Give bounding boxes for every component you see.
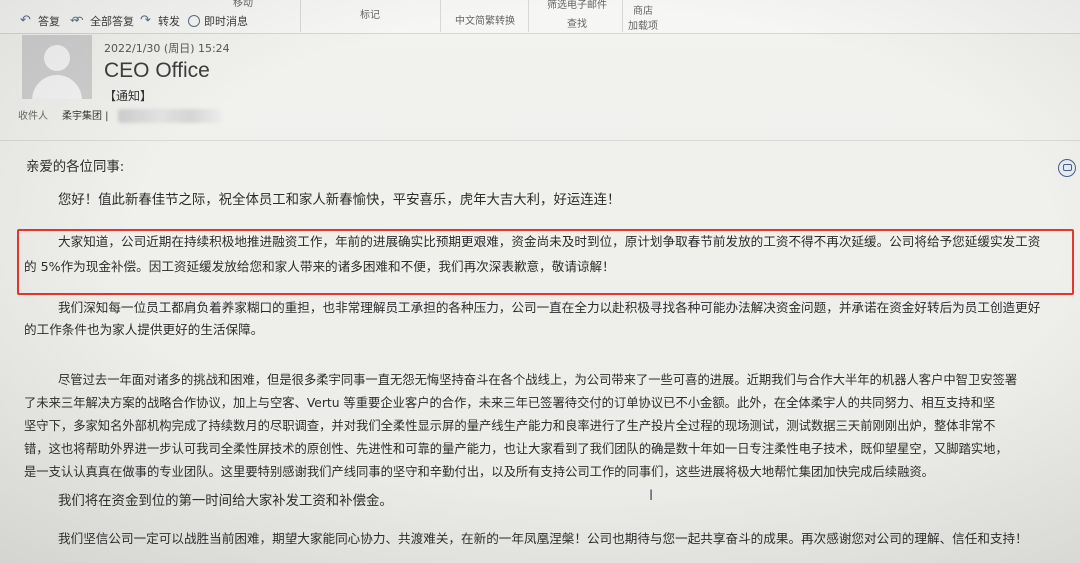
ribbon-separator [528,0,529,32]
tags-group[interactable]: 标记 [355,6,385,21]
reply-button[interactable]: 答复 [20,12,60,30]
move-group[interactable]: 移动 [228,0,258,24]
sender-name[interactable]: CEO Office [104,59,210,83]
find-group-label: 查找 [567,19,587,30]
recipient-name[interactable]: 柔宇集团 | [62,107,109,122]
paragraph-6: 我们坚信公司一定可以战胜当前困难，期望大家能同心协力、共渡难关，在新的一年凤凰涅… [58,531,1028,546]
paragraph-4-line-4: 错，这也将帮助外界进一步认可我司全柔性屏技术的原创性、先进性和可靠的量产能力，也… [24,442,1008,456]
paragraph-4-line-1: 尽管过去一年面对诸多的挑战和困难，但是很多柔宇同事一直无怨无悔坚持奋斗在各个战线… [58,373,1018,387]
message-subject: 【通知】 [104,89,153,103]
paragraph-5: 我们将在资金到位的第一时间给大家补发工资和补偿金。 [58,494,393,509]
paragraph-4-line-3: 坚守下，多家知名外部机构完成了持续数月的尽职调查，并对我们全柔性显示屏的量产线生… [24,419,996,433]
ribbon-separator [300,0,301,32]
instant-message-icon [188,15,200,27]
ribbon-separator [440,0,441,32]
paragraph-4-line-2: 了未来三年解决方案的战略合作协议，加上与空客、Vertu 等重要企业客户的合作，… [24,396,996,410]
move-group-label: 移动 [233,0,253,9]
forward-button[interactable]: 转发 [140,12,180,30]
store-button[interactable]: 商店 [633,2,653,17]
paragraph-4-line-5: 是一支认认真真在做事的专业团队。这里要特别感谢我们产线同事的坚守和辛勤付出，以及… [24,465,934,479]
chinese-convert-group[interactable]: 中文简繁转换 [450,12,520,27]
reply-icon [20,13,34,28]
greeting: 亲爱的各位同事: [26,160,125,175]
reply-all-button[interactable]: 全部答复 [70,12,134,30]
find-group[interactable]: 筛选电子邮件 查找 [540,0,614,30]
recipient-label: 收件人 [18,111,48,122]
filter-mail-button[interactable]: 筛选电子邮件 [547,0,607,11]
text-cursor-icon: I [649,488,654,504]
paragraph-3-line-1: 我们深知每一位员工都肩负着养家糊口的重担，也非常理解员工承担的各种压力，公司一直… [58,300,1041,315]
ribbon-separator [622,0,623,32]
header-divider [0,140,1080,141]
addins-group[interactable]: 商店 加载项 [626,2,660,32]
paragraph-2-line-1: 大家知道，公司近期在持续积极地推进融资工作，年前的进展确实比预期更艰难，资金尚未… [58,234,1041,249]
email-reading-window: 答复 全部答复 转发 即时消息 移动 标记 中文简繁转换 筛选电子邮件 查找 [0,0,1080,563]
sent-date: 2022/1/30 (周日) 15:24 [104,42,230,55]
forward-icon [140,13,154,28]
addins-group-label: 加载项 [628,21,658,32]
chinese-convert-label: 中文简繁转换 [455,16,515,27]
redacted-recipients [118,109,222,123]
forward-label: 转发 [158,15,180,28]
paragraph-2-line-2: 的 5%作为现金补偿。因工资延缓发放给您和家人带来的诸多困难和不便，我们再次深表… [24,259,615,274]
avatar-head [44,45,70,71]
tags-group-label: 标记 [360,10,380,21]
ribbon-toolbar: 答复 全部答复 转发 即时消息 移动 标记 中文简繁转换 筛选电子邮件 查找 [0,0,1080,34]
avatar-body [32,75,82,99]
reply-all-label: 全部答复 [90,15,134,28]
paragraph-3-line-2: 的工作条件也为家人提供更好的生活保障。 [24,322,264,337]
reply-all-icon [70,14,86,27]
reply-label: 答复 [38,15,60,28]
paragraph-1: 您好！值此新春佳节之际，祝全体员工和家人新春愉快，平安喜乐，虎年大吉大利，好运连… [58,193,621,208]
chat-bubble-icon[interactable] [1058,159,1076,177]
sender-avatar [22,35,92,99]
